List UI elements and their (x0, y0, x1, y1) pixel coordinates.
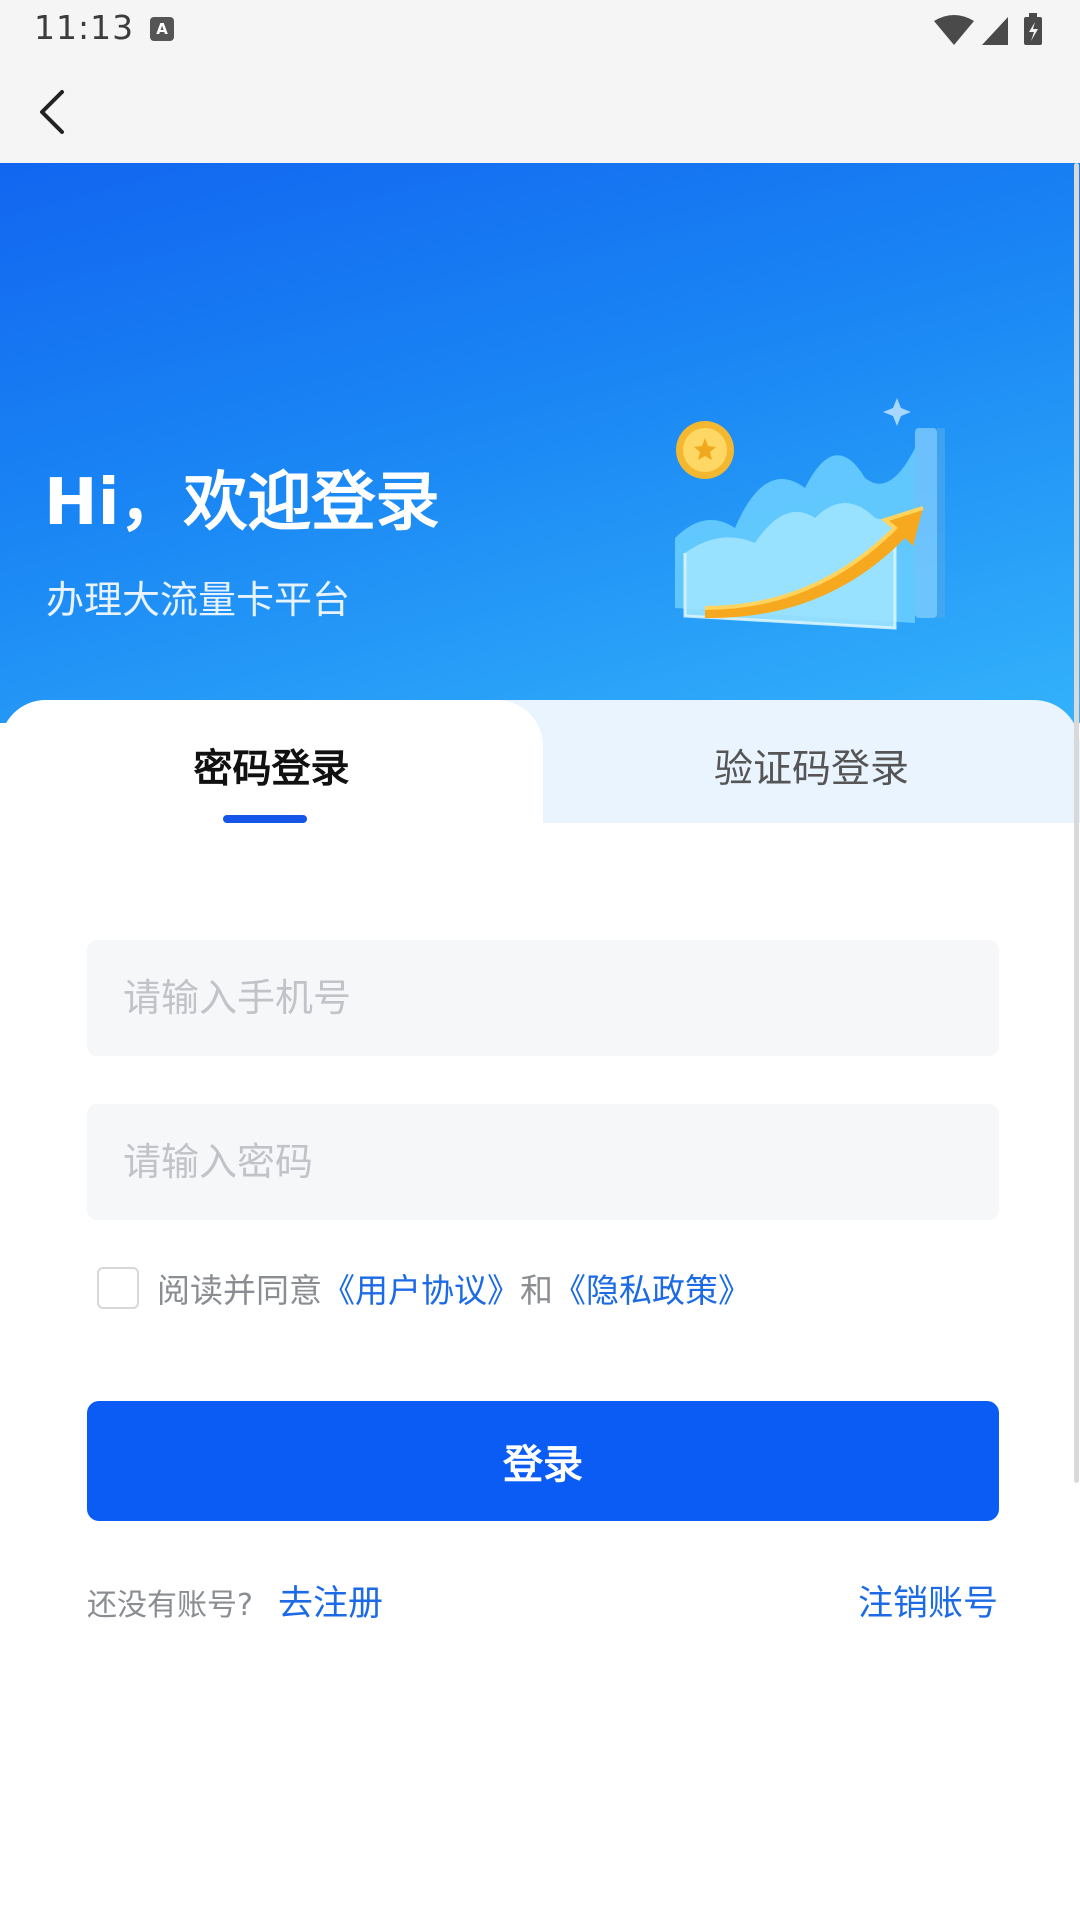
phone-input[interactable] (87, 940, 999, 1056)
register-link[interactable]: 去注册 (278, 1575, 383, 1626)
sparkle-icon (883, 398, 911, 426)
password-input[interactable] (87, 1104, 999, 1220)
battery-charging-icon (1024, 13, 1042, 45)
agreement-row: 阅读并同意 《用户协议》 和 《隐私政策》 (97, 1266, 751, 1310)
notification-a-icon: A (150, 17, 174, 41)
login-button[interactable]: 登录 (87, 1401, 999, 1521)
status-time: 11:13 (34, 8, 135, 47)
app-bar (0, 60, 1080, 163)
hero-banner: Hi，欢迎登录 办理大流量卡平台 (0, 163, 1080, 723)
tab-password-login-label: 密码登录 (193, 746, 350, 792)
coin-icon (676, 421, 734, 479)
user-agreement-link[interactable]: 《用户协议》 (322, 1264, 520, 1312)
no-account-text: 还没有账号? (87, 1588, 253, 1623)
hero-subtitle: 办理大流量卡平台 (46, 578, 351, 622)
privacy-policy-link[interactable]: 《隐私政策》 (553, 1264, 751, 1312)
active-tab-indicator (223, 815, 307, 823)
growth-chart-illustration (675, 398, 945, 630)
back-button[interactable] (28, 80, 88, 144)
scrollbar[interactable] (1074, 163, 1079, 1483)
wifi-icon (934, 15, 974, 45)
tab-code-login-label: 验证码登录 (713, 746, 909, 792)
hero-title: Hi，欢迎登录 (44, 466, 440, 540)
agreement-conjunction: 和 (520, 1271, 553, 1310)
tab-code-login[interactable]: 验证码登录 (543, 700, 1080, 825)
agreement-prefix: 阅读并同意 (157, 1271, 322, 1310)
cancel-account-link[interactable]: 注销账号 (858, 1575, 998, 1626)
status-icons (934, 13, 1042, 45)
agreement-checkbox[interactable] (97, 1267, 139, 1309)
chevron-left-icon (40, 90, 64, 134)
tab-password-login[interactable]: 密码登录 (0, 700, 543, 825)
status-bar: 11:13 A (0, 0, 1080, 60)
signal-icon (982, 17, 1008, 45)
